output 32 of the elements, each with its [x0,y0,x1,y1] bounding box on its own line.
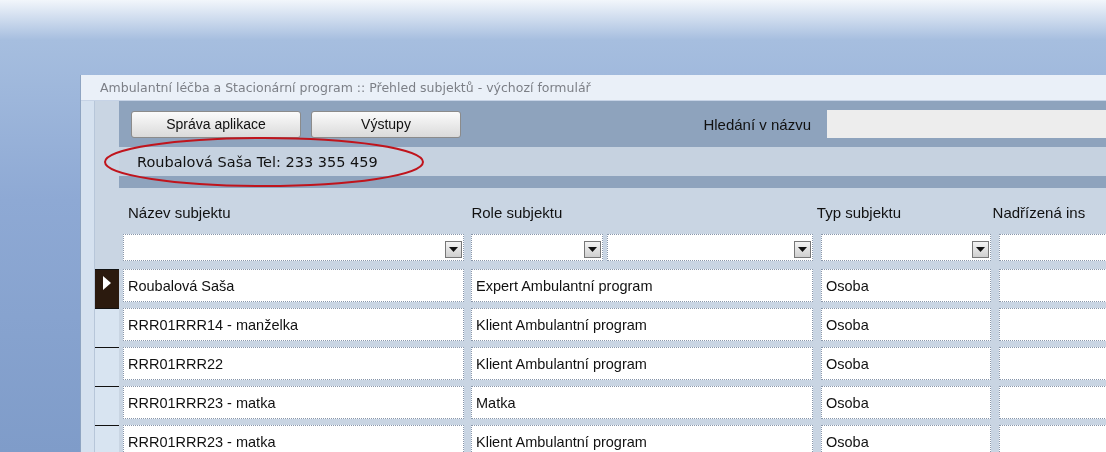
record-selector[interactable] [95,269,119,308]
table-cell: Osoba [821,269,991,302]
table-cell: Osoba [821,347,991,380]
table-cell: Matka [471,386,813,419]
table-cell: Osoba [821,308,991,341]
table-cell: Osoba [821,425,991,452]
filter-dropdown[interactable] [471,234,603,261]
column-header: Typ subjektu [815,204,903,223]
table-cell: Klient Ambulantní program [471,347,813,380]
table-cell: Klient Ambulantní program [471,425,813,452]
search-label: Hledání v názvu [703,115,811,133]
toolbar-button[interactable]: Správa aplikace [131,110,301,138]
record-selector[interactable] [95,347,119,386]
window-title: Ambulantní léčba a Stacionární program :: Přehled subjektů - výchozí formulář [100,80,591,95]
column-header: Nadřízená ins [991,204,1087,223]
column-header: Role subjektu [470,204,564,223]
record-selector[interactable] [95,386,119,425]
record-selector[interactable] [95,308,119,347]
user-info: Roubalová Saša Tel: 233 355 459 [137,153,378,170]
search-field[interactable] [827,110,1106,138]
toolbar-button[interactable]: Výstupy [311,110,461,138]
table-cell: RRR01RRR22 [123,347,464,380]
table-cell: Roubalová Saša [123,269,464,302]
filter-field[interactable] [999,234,1106,261]
table-cell: RRR01RRR23 - matka [123,386,464,419]
table-cell: Osoba [821,386,991,419]
table-cell: Expert Ambulantní program [471,269,813,302]
table-cell: RRR01RRR23 - matka [123,425,464,452]
table-cell: RRR01RRR14 - manželka [123,308,464,341]
current-record-icon [103,276,111,290]
table-cell: Klient Ambulantní program [471,308,813,341]
column-header: Název subjektu [127,204,232,223]
